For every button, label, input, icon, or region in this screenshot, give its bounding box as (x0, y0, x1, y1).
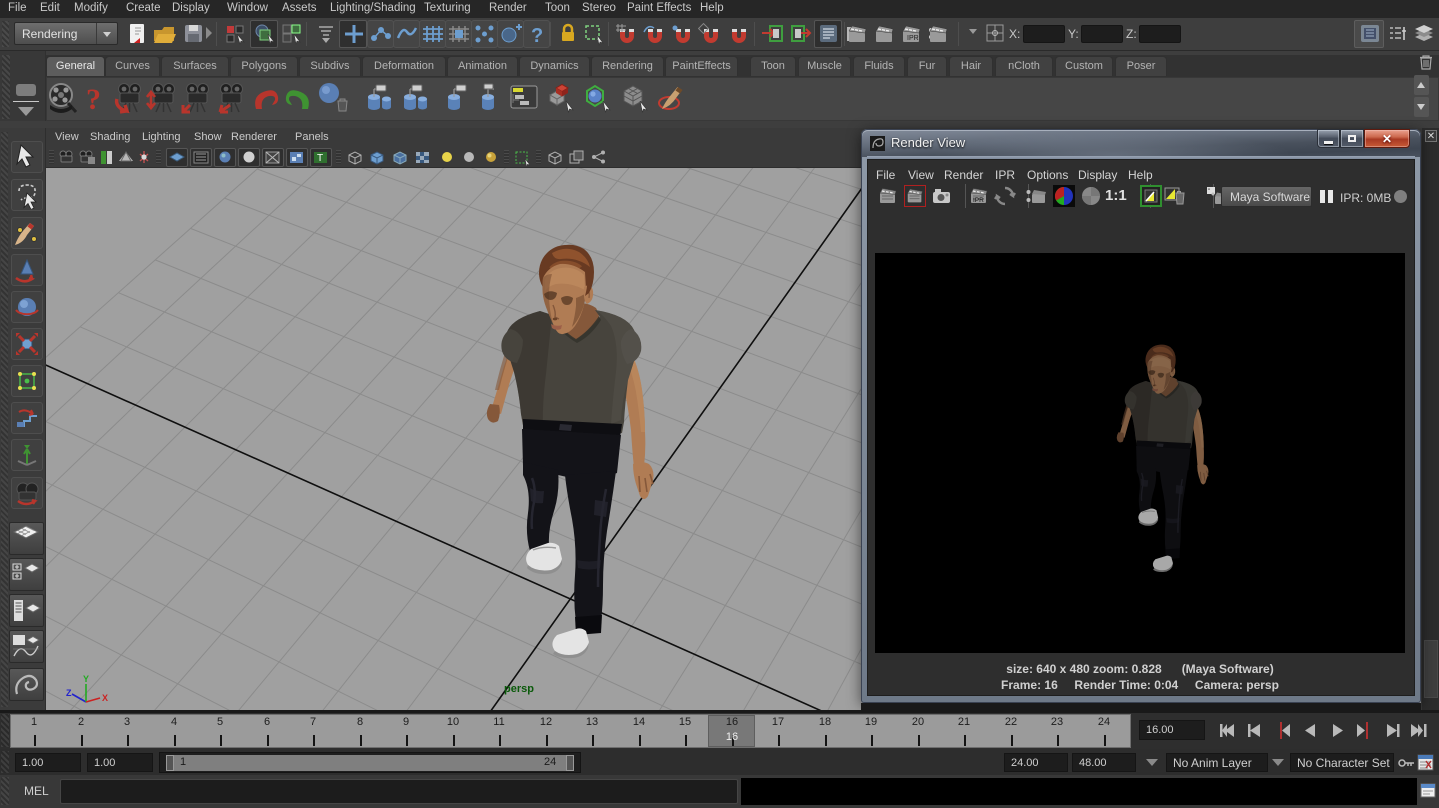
svg-text:Y: Y (83, 674, 89, 684)
svg-text:IPR: IPR (973, 197, 984, 204)
svg-text:T: T (317, 153, 323, 164)
svg-text:": " (1208, 189, 1210, 195)
svg-text:Z: Z (66, 688, 72, 698)
svg-text:persp: persp (504, 683, 534, 695)
svg-text:X: X (102, 693, 108, 703)
